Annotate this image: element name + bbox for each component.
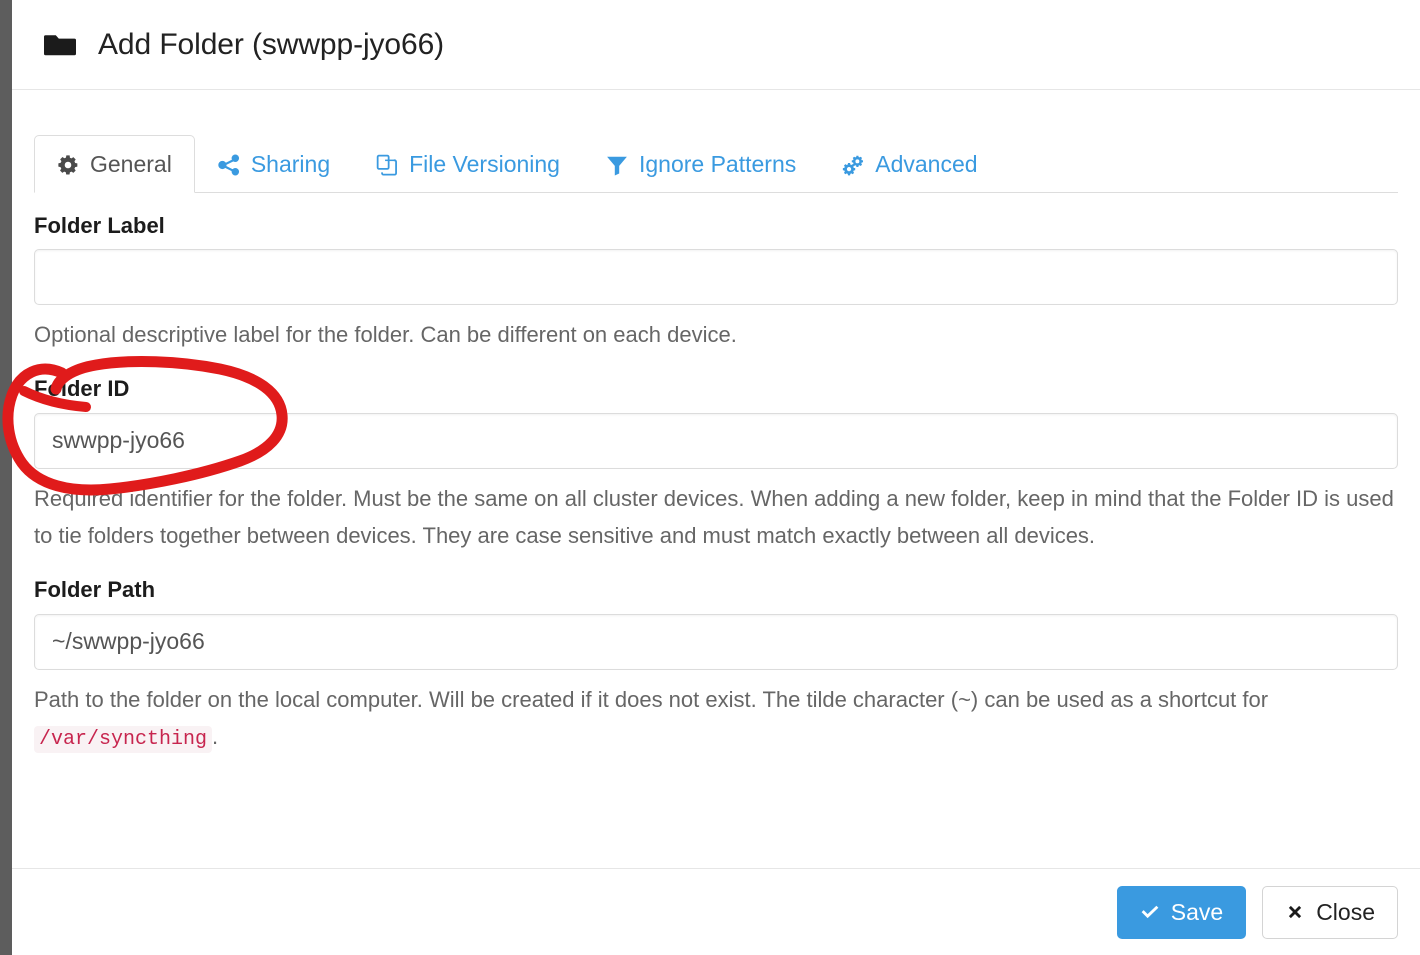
folder-id-help: Required identifier for the folder. Must… (34, 485, 1394, 549)
modal-footer: Save Close (12, 868, 1420, 955)
tab-general[interactable]: General (34, 135, 195, 193)
tab-ignore-patterns-label: Ignore Patterns (638, 151, 797, 177)
tab-sharing-label: Sharing (250, 151, 331, 177)
filter-icon (606, 154, 628, 176)
folder-label-caption: Folder Label (34, 213, 165, 238)
folder-path-input[interactable] (34, 613, 1398, 670)
close-button-label: Close (1316, 898, 1375, 925)
tab-ignore-patterns[interactable]: Ignore Patterns (583, 135, 819, 193)
tab-file-versioning[interactable]: File Versioning (353, 135, 583, 193)
tab-file-versioning-label: File Versioning (409, 151, 560, 177)
page-title: Add Folder (swwpp-jyo66) (34, 28, 444, 62)
folder-label-help: Optional descriptive label for the folde… (34, 322, 737, 348)
gear-icon (57, 154, 79, 176)
tab-general-label: General (90, 151, 172, 177)
syncthing-path-code: /var/syncthing (34, 726, 213, 754)
close-button[interactable]: Close (1262, 885, 1398, 939)
share-icon (218, 154, 240, 176)
tab-advanced-label: Advanced (875, 151, 978, 177)
folder-label-input[interactable] (34, 249, 1398, 306)
add-folder-modal: Add Folder (swwpp-jyo66) General Sharing… (12, 0, 1420, 955)
modal-body: Folder Label Optional descriptive label … (12, 213, 1420, 758)
app-root: Add Folder (swwpp-jyo66) General Sharing… (0, 0, 1420, 955)
folder-id-input[interactable] (34, 412, 1398, 469)
check-icon (1140, 902, 1160, 922)
save-button-label: Save (1170, 898, 1224, 925)
folder-id-caption: Folder ID (34, 376, 130, 402)
tab-bar: General Sharing File Versioning Ignore P… (34, 115, 1398, 193)
folder-id-group: Folder ID Required identifier for the fo… (34, 376, 1398, 555)
tab-sharing[interactable]: Sharing (195, 135, 353, 193)
modal-backdrop (0, 0, 12, 955)
folder-path-help-before: Path to the folder on the local computer… (34, 686, 1269, 712)
folder-path-help-after: . (212, 724, 219, 750)
page-title-text: Add Folder (swwpp-jyo66) (98, 27, 445, 61)
copy-files-icon (376, 154, 398, 176)
times-icon (1285, 902, 1305, 922)
folder-path-group: Folder Path Path to the folder on the lo… (34, 577, 1398, 758)
gears-icon (842, 154, 864, 176)
folder-icon (44, 33, 76, 57)
modal-header: Add Folder (swwpp-jyo66) (12, 0, 1420, 90)
tab-advanced[interactable]: Advanced (819, 135, 1000, 193)
folder-path-caption: Folder Path (34, 577, 156, 603)
save-button[interactable]: Save (1116, 885, 1247, 939)
folder-path-help: Path to the folder on the local computer… (34, 681, 1398, 758)
folder-label-group: Folder Label Optional descriptive label … (34, 213, 1398, 354)
